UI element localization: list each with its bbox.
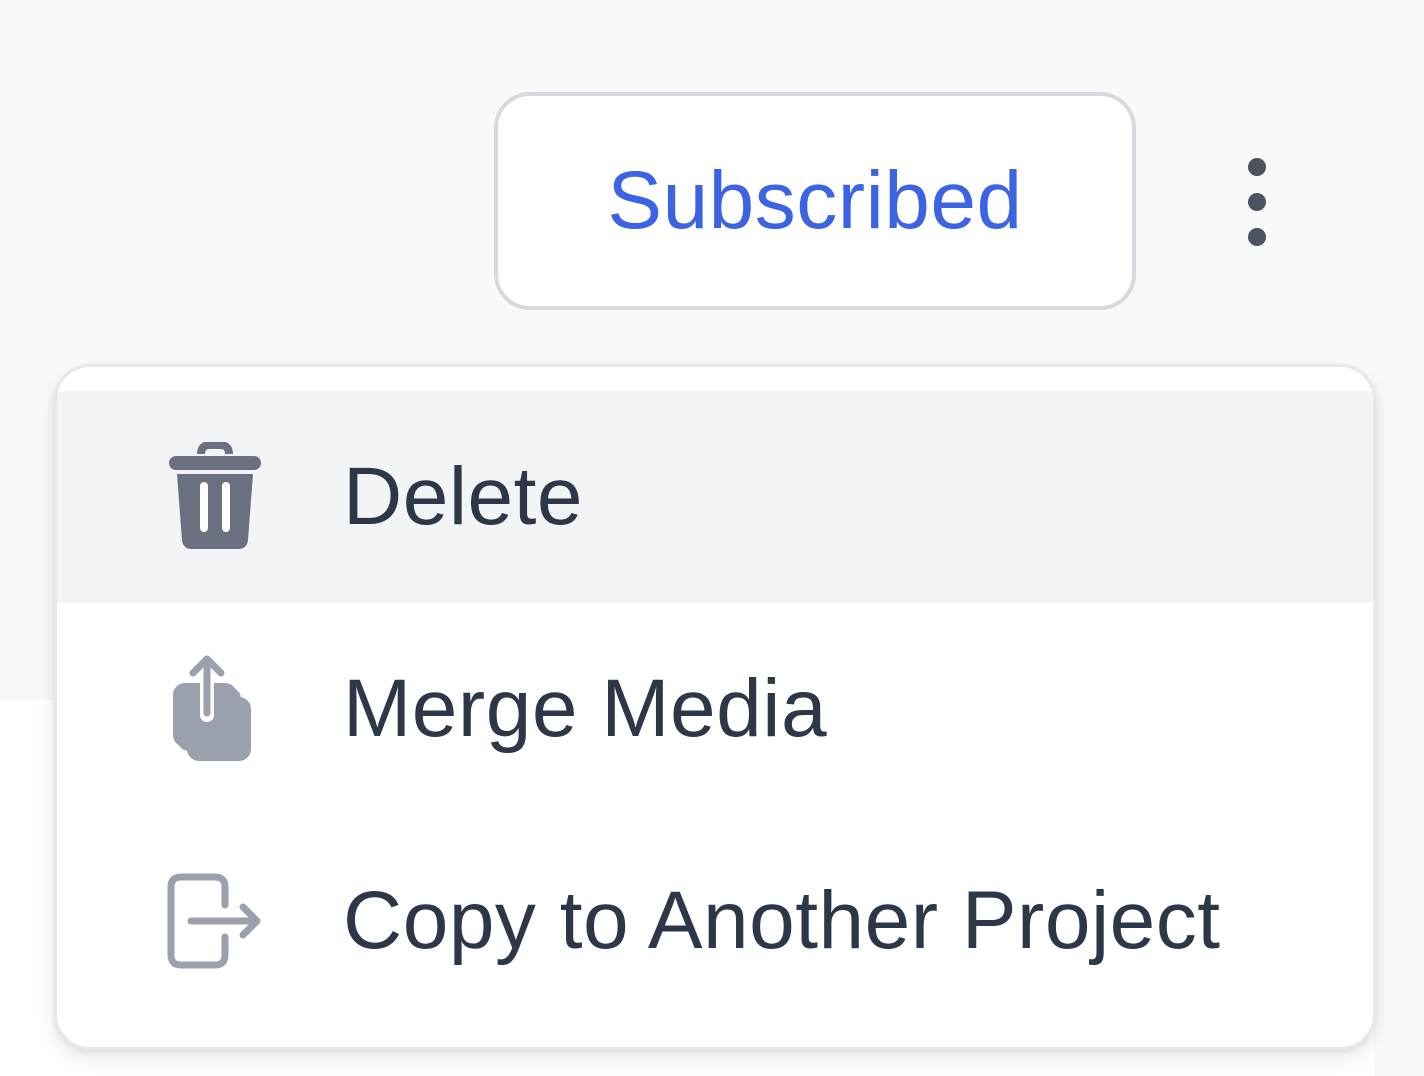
more-vertical-icon-dot <box>1248 193 1266 211</box>
actions-dropdown-menu: Delete Merge Media Copy to Another Proje <box>54 364 1376 1050</box>
menu-item-delete[interactable]: Delete <box>57 391 1373 603</box>
more-vertical-icon-dot <box>1248 158 1266 176</box>
more-vertical-icon-dot <box>1248 228 1266 246</box>
more-options-button[interactable] <box>1225 148 1289 256</box>
content-edge <box>1374 700 1424 1076</box>
menu-item-label: Merge Media <box>343 663 828 754</box>
menu-item-label: Copy to Another Project <box>343 875 1221 966</box>
menu-item-merge-media[interactable]: Merge Media <box>57 603 1373 815</box>
subscribed-button[interactable]: Subscribed <box>494 92 1136 310</box>
merge-icon <box>165 649 265 769</box>
menu-item-copy-to-another-project[interactable]: Copy to Another Project <box>57 815 1373 1027</box>
menu-item-label: Delete <box>343 451 584 542</box>
copy-to-project-icon <box>165 861 265 981</box>
trash-icon <box>165 437 265 557</box>
